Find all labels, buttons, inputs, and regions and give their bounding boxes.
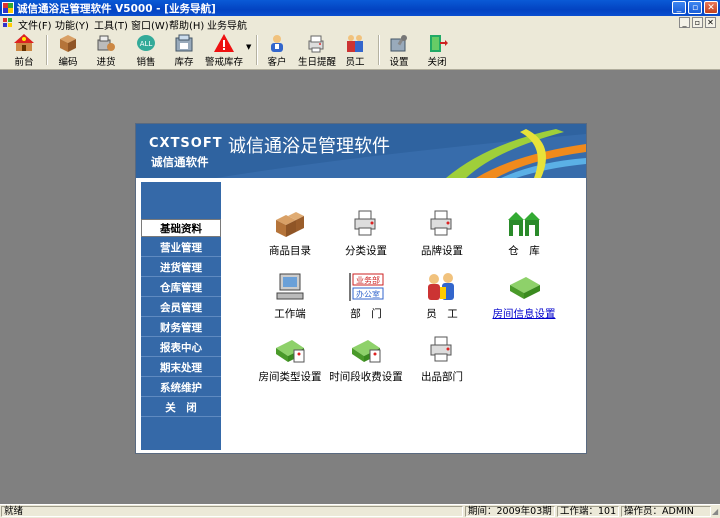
sidebar-item-warehouse[interactable]: 仓库管理 (141, 279, 221, 297)
printer-icon (430, 210, 452, 236)
boxes-icon (276, 212, 304, 237)
mdi-restore-button[interactable]: ▫ (692, 17, 703, 28)
toolbar-separator (378, 35, 380, 65)
status-period: 期间：2009年03期 (465, 506, 555, 517)
settings-icon (390, 35, 407, 52)
inventory-icon (175, 34, 193, 52)
printer-icon (354, 210, 376, 236)
status-ready: 就绪 (1, 506, 463, 517)
toolbar-code-button[interactable]: 编码 (52, 33, 84, 68)
purchase-icon (97, 35, 115, 51)
function-employees[interactable]: 员 工 (401, 271, 483, 321)
department-icon: 业务部 办公室 (349, 273, 384, 301)
status-terminal: 工作端：101 (557, 506, 619, 517)
toolbar-front-desk-button[interactable]: 前台 (8, 33, 40, 68)
document-icon[interactable] (2, 17, 14, 29)
sidebar-item-maintenance[interactable]: 系统维护 (141, 379, 221, 397)
sidebar-item-close[interactable]: 关 闭 (141, 399, 221, 417)
brand-chinese: 诚信通软件 (151, 155, 209, 169)
title-bar: 诚信通浴足管理软件 V5000 - [业务导航] _ ▫ ✕ (0, 0, 720, 16)
sidebar: 基础资料 营业管理 进货管理 仓库管理 会员管理 财务管理 报表中心 期末处理 … (141, 182, 221, 450)
employees-icon (428, 273, 454, 300)
menu-file[interactable]: 文件(F) (18, 17, 52, 32)
room-type-icon (276, 340, 305, 363)
menu-tools[interactable]: 工具(T) (94, 17, 128, 32)
status-bar: 就绪 期间：2009年03期 工作端：101 操作员：ADMIN ◢ (0, 504, 720, 518)
toolbar-exit-button[interactable]: 关闭 (422, 33, 452, 68)
function-warehouse[interactable]: 仓 库 (483, 208, 565, 258)
brand-english: CXTSOFT (149, 136, 223, 151)
department-label-business: 业务部 (356, 275, 380, 285)
toolbar-birthday-button[interactable]: 生日提醒 (298, 33, 336, 68)
app-title: 诚信通浴足管理软件 (228, 136, 390, 157)
exit-icon (430, 35, 448, 52)
sidebar-item-basic-data[interactable]: 基础资料 (141, 219, 221, 237)
function-room-info-settings[interactable]: 房间信息设置 (483, 271, 565, 321)
mdi-close-button[interactable]: ✕ (705, 17, 716, 28)
sidebar-item-reports[interactable]: 报表中心 (141, 339, 221, 357)
box-icon (60, 35, 76, 52)
toolbar-sales-button[interactable]: ALL 销售 (130, 33, 162, 68)
toolbar-separator (46, 35, 48, 65)
function-brand-settings[interactable]: 品牌设置 (401, 208, 483, 258)
toolbar-employees-button[interactable]: 员工 (340, 33, 370, 68)
employees-icon (347, 35, 363, 52)
workspace: CXTSOFT 诚信通软件 诚信通浴足管理软件 基础资料 营业管理 进货管理 仓… (0, 70, 720, 504)
toolbar-purchase-button[interactable]: 进货 (90, 33, 122, 68)
app-icon (2, 2, 14, 14)
front-desk-icon (14, 34, 34, 51)
department-label-office: 办公室 (356, 289, 380, 299)
function-time-fee-settings[interactable]: 时间段收费设置 (325, 334, 407, 384)
sidebar-item-period-end[interactable]: 期末处理 (141, 359, 221, 377)
menu-function[interactable]: 功能(Y) (55, 17, 89, 32)
window-title: 诚信通浴足管理软件 V5000 - [业务导航] (17, 3, 216, 15)
sidebar-item-business[interactable]: 营业管理 (141, 239, 221, 257)
dropdown-arrow-icon[interactable]: ▼ (246, 43, 251, 51)
toolbar-customer-button[interactable]: 客户 (262, 33, 292, 68)
warning-icon (214, 34, 234, 52)
warehouse-icon (508, 212, 540, 236)
close-button[interactable]: ✕ (704, 1, 718, 14)
function-output-department[interactable]: 出品部门 (401, 334, 483, 384)
maximize-button[interactable]: ▫ (688, 1, 702, 14)
function-product-catalog[interactable]: 商品目录 (249, 208, 331, 258)
resize-grip-icon[interactable]: ◢ (712, 507, 718, 516)
svg-text:ALL: ALL (140, 40, 153, 48)
toolbar-settings-button[interactable]: 设置 (384, 33, 414, 68)
navigation-panel: CXTSOFT 诚信通软件 诚信通浴足管理软件 基础资料 营业管理 进货管理 仓… (135, 123, 587, 454)
function-room-type-settings[interactable]: 房间类型设置 (249, 334, 331, 384)
customer-icon (271, 35, 283, 52)
function-workstation[interactable]: 工作端 (249, 271, 331, 321)
menu-bar: 文件(F) 功能(Y) 工具(T) 窗口(W) 帮助(H) 业务导航 _ ▫ ✕ (0, 16, 720, 32)
sidebar-item-finance[interactable]: 财务管理 (141, 319, 221, 337)
function-grid: 商品目录 分类设置 品牌设置 仓 库 工作端 业务部 办公室 部 门 员 工 房… (221, 182, 582, 450)
room-icon (510, 277, 540, 299)
menu-navigation[interactable]: 业务导航 (207, 17, 247, 32)
function-category-settings[interactable]: 分类设置 (325, 208, 407, 258)
sidebar-item-members[interactable]: 会员管理 (141, 299, 221, 317)
toolbar-inventory-button[interactable]: 库存 (168, 33, 200, 68)
mdi-minimize-button[interactable]: _ (679, 17, 690, 28)
sales-icon: ALL (137, 35, 155, 51)
function-department[interactable]: 业务部 办公室 部 门 (325, 271, 407, 321)
computer-icon (276, 273, 304, 300)
menu-help[interactable]: 帮助(H) (169, 17, 204, 32)
menu-window[interactable]: 窗口(W) (131, 17, 169, 32)
printer-icon (430, 336, 452, 362)
status-operator: 操作员：ADMIN (621, 506, 711, 517)
toolbar-separator (256, 35, 258, 65)
toolbar: 前台 编码 进货 ALL 销售 库存 警戒库存 ▼ 客户 生日提醒 员工 设置 … (0, 31, 720, 70)
banner: CXTSOFT 诚信通软件 诚信通浴足管理软件 (136, 124, 586, 178)
sidebar-item-purchase[interactable]: 进货管理 (141, 259, 221, 277)
birthday-icon (308, 35, 324, 53)
toolbar-warning-stock-button[interactable]: 警戒库存 (204, 33, 244, 68)
time-fee-icon (352, 340, 381, 363)
minimize-button[interactable]: _ (672, 1, 686, 14)
